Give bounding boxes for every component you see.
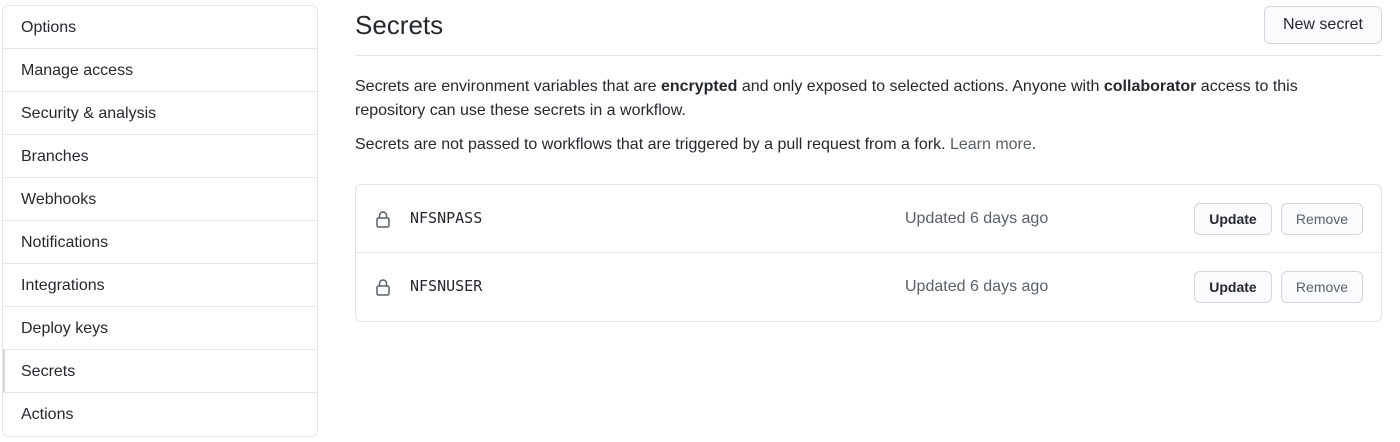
sidebar-item-manage-access[interactable]: Manage access bbox=[3, 49, 317, 92]
secrets-main: Secrets New secret Secrets are environme… bbox=[355, 0, 1382, 322]
learn-more-link[interactable]: Learn more bbox=[950, 136, 1032, 153]
settings-page: Options Manage access Security & analysi… bbox=[0, 0, 1400, 442]
secret-name: NFSNUSER bbox=[410, 277, 483, 295]
settings-sidebar: Options Manage access Security & analysi… bbox=[2, 5, 318, 437]
sidebar-item-integrations[interactable]: Integrations bbox=[3, 264, 317, 307]
fork-notice-period: . bbox=[1031, 136, 1037, 153]
sidebar-item-branches[interactable]: Branches bbox=[3, 135, 317, 178]
secret-updated-time: Updated 6 days ago bbox=[905, 278, 1049, 295]
sidebar-item-deploy-keys[interactable]: Deploy keys bbox=[3, 307, 317, 350]
secrets-description: Secrets are environment variables that a… bbox=[355, 75, 1355, 123]
secret-row: NFSNPASS Updated 6 days ago Update Remov… bbox=[356, 185, 1381, 253]
description-text: Secrets are environment variables that a… bbox=[355, 78, 661, 95]
page-title: Secrets bbox=[355, 10, 444, 40]
page-header: Secrets New secret bbox=[355, 0, 1382, 56]
sidebar-item-notifications[interactable]: Notifications bbox=[3, 221, 317, 264]
secrets-list: NFSNPASS Updated 6 days ago Update Remov… bbox=[355, 184, 1382, 322]
description-text: and only exposed to selected actions. An… bbox=[737, 78, 1104, 95]
sidebar-item-security-analysis[interactable]: Security & analysis bbox=[3, 92, 317, 135]
collaborator-emphasis: collaborator bbox=[1103, 78, 1197, 95]
sidebar-item-options[interactable]: Options bbox=[3, 6, 317, 49]
new-secret-button[interactable]: New secret bbox=[1263, 6, 1382, 44]
sidebar-item-actions[interactable]: Actions bbox=[3, 393, 317, 436]
lock-icon bbox=[376, 211, 390, 228]
lock-icon bbox=[376, 279, 390, 296]
update-secret-button[interactable]: Update bbox=[1194, 203, 1272, 235]
update-secret-button[interactable]: Update bbox=[1194, 271, 1272, 303]
secret-updated-time: Updated 6 days ago bbox=[905, 210, 1049, 227]
secret-row: NFSNUSER Updated 6 days ago Update Remov… bbox=[356, 253, 1381, 321]
remove-secret-button[interactable]: Remove bbox=[1281, 271, 1363, 303]
sidebar-item-webhooks[interactable]: Webhooks bbox=[3, 178, 317, 221]
remove-secret-button[interactable]: Remove bbox=[1281, 203, 1363, 235]
secret-name: NFSNPASS bbox=[410, 209, 483, 227]
fork-notice: Secrets are not passed to workflows that… bbox=[355, 133, 1355, 157]
fork-notice-text: Secrets are not passed to workflows that… bbox=[355, 136, 950, 153]
sidebar-item-secrets[interactable]: Secrets bbox=[3, 350, 317, 393]
encrypted-emphasis: encrypted bbox=[660, 78, 738, 95]
